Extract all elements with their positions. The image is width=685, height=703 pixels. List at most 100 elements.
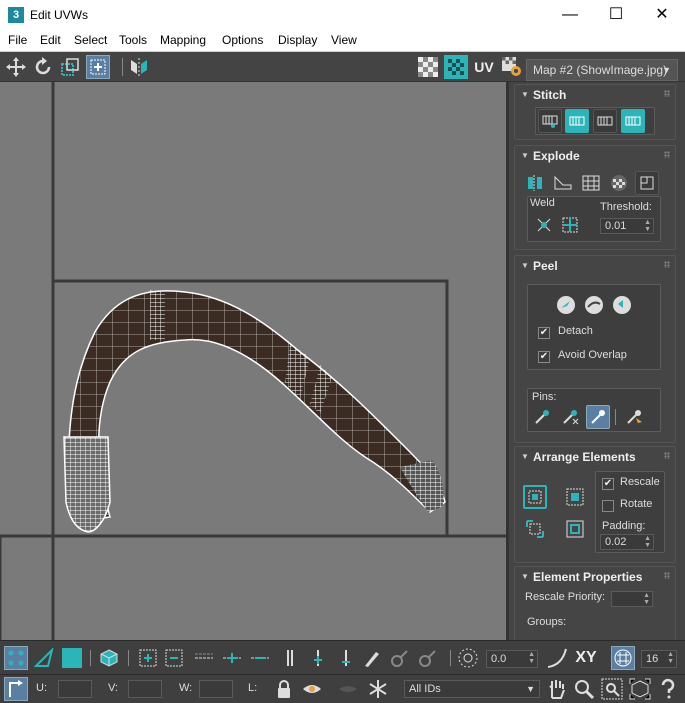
shrink-ring-icon[interactable]: [334, 646, 358, 670]
minimize-button[interactable]: —: [547, 0, 593, 30]
paint-grow-icon[interactable]: [388, 646, 412, 670]
w-field[interactable]: [199, 680, 233, 698]
select-pins-icon[interactable]: [622, 405, 646, 429]
grow-loop-icon[interactable]: [220, 646, 244, 670]
rescale-elements-icon[interactable]: [563, 517, 587, 541]
absolute-mode-icon[interactable]: [4, 677, 28, 701]
grip-icon[interactable]: [664, 261, 670, 268]
stitch-to-source-icon[interactable]: [621, 109, 645, 133]
grip-icon[interactable]: [664, 90, 670, 97]
mirror-icon[interactable]: [127, 55, 151, 79]
grid-spinner[interactable]: 16 ▲ ▼: [641, 650, 677, 668]
pin-icon[interactable]: [530, 405, 554, 429]
rescale-checkbox[interactable]: ✔: [602, 478, 614, 490]
loop-icon[interactable]: [192, 646, 216, 670]
flatten-icon[interactable]: [579, 171, 603, 195]
pack-normalize-icon[interactable]: [563, 485, 587, 509]
falloff-curve-icon[interactable]: [545, 646, 569, 670]
pack-custom-icon[interactable]: [523, 485, 547, 509]
scale-icon[interactable]: [58, 55, 82, 79]
grow-selection-icon[interactable]: [136, 646, 160, 670]
checker-icon[interactable]: [416, 55, 440, 79]
id-filter-select[interactable]: All IDs ▼: [404, 680, 540, 698]
element-properties-title[interactable]: Element Properties: [533, 570, 642, 584]
ring-icon[interactable]: [278, 646, 302, 670]
edge-mode-icon[interactable]: [32, 646, 56, 670]
peel-title[interactable]: Peel: [533, 259, 558, 273]
uv-toggle[interactable]: UV: [472, 55, 496, 79]
hide-icon[interactable]: [336, 677, 360, 701]
quick-peel-icon[interactable]: [554, 293, 578, 317]
menu-display[interactable]: Display: [278, 33, 317, 47]
zoom-extents-icon[interactable]: [628, 677, 652, 701]
uv-canvas[interactable]: [0, 82, 509, 640]
unpin-icon[interactable]: [558, 405, 582, 429]
soft-selection-icon[interactable]: [456, 646, 480, 670]
grow-ring-icon[interactable]: [306, 646, 330, 670]
weld-selected-icon[interactable]: [532, 213, 556, 237]
face-mode-icon[interactable]: [60, 646, 84, 670]
rescale-priority-spinner[interactable]: ▲ ▼: [611, 591, 653, 607]
shrink-selection-icon[interactable]: [162, 646, 186, 670]
maximize-button[interactable]: ☐: [593, 0, 639, 30]
settings-icon[interactable]: [500, 55, 524, 79]
move-icon[interactable]: [4, 55, 28, 79]
detach-checkbox[interactable]: ✔: [538, 327, 550, 339]
collapse-caret-icon[interactable]: ▼: [521, 572, 529, 581]
menu-select[interactable]: Select: [74, 33, 107, 47]
reset-peel-icon[interactable]: [610, 293, 634, 317]
uv-viewport[interactable]: [0, 82, 509, 640]
grip-icon[interactable]: [664, 572, 670, 579]
stitch-title[interactable]: Stitch: [533, 88, 566, 102]
shrink-loop-icon[interactable]: [248, 646, 272, 670]
spinner-arrows-icon[interactable]: ▲ ▼: [644, 535, 651, 549]
flatten-by-material-icon[interactable]: [607, 171, 631, 195]
menu-mapping[interactable]: Mapping: [160, 33, 206, 47]
map-selector[interactable]: Map #2 (ShowImage.jpg) ▼: [526, 59, 678, 81]
pan-icon[interactable]: [545, 677, 569, 701]
xy-toggle[interactable]: XY: [572, 646, 600, 670]
stitch-custom-icon[interactable]: [538, 109, 562, 133]
grip-icon[interactable]: [664, 151, 670, 158]
explode-title[interactable]: Explode: [533, 149, 580, 163]
uv-mesh[interactable]: [63, 290, 446, 533]
menu-edit[interactable]: Edit: [40, 33, 61, 47]
menu-options[interactable]: Options: [222, 33, 263, 47]
collapse-caret-icon[interactable]: ▼: [521, 90, 529, 99]
break-icon[interactable]: [523, 171, 547, 195]
lock-icon[interactable]: [272, 677, 296, 701]
arrange-title[interactable]: Arrange Elements: [533, 450, 636, 464]
auto-pin-icon[interactable]: [586, 405, 610, 429]
zoom-region-icon[interactable]: [600, 677, 624, 701]
peel-mode-icon[interactable]: [582, 293, 606, 317]
weld-target-icon[interactable]: [558, 213, 582, 237]
grip-icon[interactable]: [664, 452, 670, 459]
detach-edge-icon[interactable]: [551, 171, 575, 195]
v-field[interactable]: [128, 680, 162, 698]
collapse-caret-icon[interactable]: ▼: [521, 452, 529, 461]
freeform-icon[interactable]: [86, 55, 110, 79]
angle-spinner[interactable]: 0.0 ▲ ▼: [486, 650, 538, 668]
pack-together-icon[interactable]: [523, 517, 547, 541]
vertex-mode-icon[interactable]: [4, 646, 28, 670]
menu-file[interactable]: File: [8, 33, 27, 47]
spinner-arrows-icon[interactable]: ▲ ▼: [643, 592, 650, 606]
spinner-arrows-icon[interactable]: ▲ ▼: [667, 651, 674, 665]
show-hidden-icon[interactable]: [300, 677, 324, 701]
stitch-to-target-icon[interactable]: [565, 109, 589, 133]
freeze-icon[interactable]: [366, 677, 390, 701]
grid-snap-icon[interactable]: [611, 646, 635, 670]
paint-select-icon[interactable]: [360, 646, 384, 670]
threshold-spinner[interactable]: 0.01 ▲ ▼: [600, 218, 654, 234]
avoid-overlap-checkbox[interactable]: ✔: [538, 351, 550, 363]
rotate-icon[interactable]: [31, 55, 55, 79]
paint-shrink-icon[interactable]: [416, 646, 440, 670]
show-map-icon[interactable]: [444, 55, 468, 79]
u-field[interactable]: [58, 680, 92, 698]
spinner-arrows-icon[interactable]: ▲ ▼: [644, 219, 651, 233]
collapse-caret-icon[interactable]: ▼: [521, 261, 529, 270]
stitch-average-icon[interactable]: [593, 109, 617, 133]
collapse-caret-icon[interactable]: ▼: [521, 151, 529, 160]
element-mode-icon[interactable]: [97, 646, 121, 670]
help-icon[interactable]: [656, 677, 680, 701]
